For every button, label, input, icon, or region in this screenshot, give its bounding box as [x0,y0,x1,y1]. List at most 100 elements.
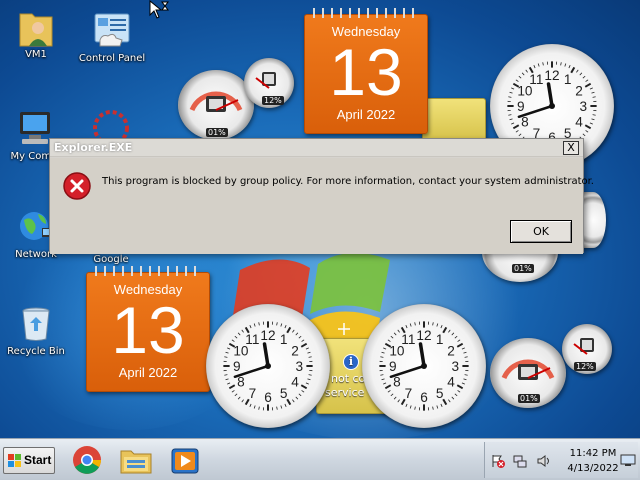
clock-tick [380,356,384,358]
calendar-day: 13 [111,293,185,367]
clock-tick [584,82,592,88]
clock-tick [454,393,458,397]
clock-tick [579,72,583,76]
clock-tick [258,406,260,410]
clock-tick [570,66,576,74]
clock-numeral: 4 [291,375,299,390]
start-button[interactable]: Start [3,447,55,474]
clock-tick [591,118,595,121]
clock-tick [276,406,278,410]
clock-tick [464,356,468,358]
clock-tick [286,326,292,334]
close-button[interactable]: X [563,141,579,155]
clock-tick [301,390,305,393]
clock-tick [537,63,540,67]
ok-button[interactable]: OK [510,220,572,243]
clock-tick [249,403,252,407]
clock-tick [308,356,312,358]
clock-numeral: 1 [436,332,444,347]
chrome-icon [73,446,101,474]
desktop-icon-recycle-bin[interactable]: Recycle Bin [0,303,74,357]
clock-tick [564,63,567,67]
calendar-gadget-top[interactable]: Wednesday 13 April 2022 [304,8,428,134]
calendar-month-year: April 2022 [118,365,178,380]
calendar-gadget-bottom[interactable]: Wednesday 13 April 2022 [86,266,210,392]
clock-numeral: 2 [291,343,299,358]
feed-gadget-top[interactable] [422,98,486,142]
desktop-icon-label: Recycle Bin [7,346,65,357]
clock-tick [241,399,244,403]
clock-numeral: 9 [233,359,241,374]
clock-tick [231,390,235,393]
clock-numeral: 5 [280,386,288,401]
tray-date[interactable]: 4/13/2022 [565,463,621,474]
clock-gadget[interactable]: 123456789101112 [362,304,486,428]
desktop-icon-label: Google [93,254,129,265]
clock-tick [390,393,394,397]
clock-tick [440,325,443,329]
clock-tick [384,384,392,390]
cpu-meter-gadget[interactable]: 01% [178,70,254,140]
network-icon[interactable] [513,454,527,468]
desktop-icon-vm1[interactable]: VM1 [0,6,74,60]
clock-tick [440,403,443,407]
clock-tick [253,405,256,409]
clock-tick [525,69,528,73]
clock-tick [592,96,596,98]
computer-icon [14,108,54,148]
taskbar-media-player-button[interactable] [166,443,204,477]
clock-tick [585,79,589,82]
clock-tick [436,405,439,409]
volume-icon[interactable] [537,454,551,468]
clock-tick [584,124,592,130]
clock-tick [387,339,391,342]
info-icon: i [343,354,359,370]
clock-numeral: 3 [295,359,303,374]
taskbar-chrome-button[interactable] [68,443,106,477]
clock-numeral: 1 [564,72,572,87]
desktop: VM1 Control Panel My Comp Network Google… [0,0,640,438]
calendar-day: 13 [329,35,403,109]
taskbar-explorer-button[interactable] [117,443,155,477]
clock-gadget[interactable]: 123456789101112 [206,304,330,428]
clock-tick [292,329,295,333]
clock-tick [436,323,439,327]
clock-tick [397,329,400,333]
clock-tick [461,347,465,350]
clock-tick [589,122,593,125]
dialog-titlebar[interactable]: Explorer.EXE X [50,139,583,157]
cpu-meter-gadget[interactable]: 01% [490,338,566,408]
clock-tick [390,335,394,339]
action-center-flag-icon[interactable] [491,454,505,468]
clock-tick [409,323,412,327]
clock-tick [456,384,464,390]
recycle-bin-icon [16,303,56,343]
clock-tick [515,130,519,133]
ram-percent: 12% [574,362,596,371]
clock-face: 123456789101112 [379,321,469,411]
clock-tick [448,329,451,333]
clock-tick [454,335,458,339]
media-player-icon [171,448,199,474]
clock-numeral: 12 [544,68,559,83]
ram-meter-gadget[interactable]: 12% [244,58,294,108]
clock-tick [508,96,512,98]
clock-tick [448,399,451,403]
clock-tick [509,91,513,94]
clock-tick [515,79,519,82]
show-desktop-icon[interactable] [620,452,636,468]
clock-tick [511,122,515,125]
clock-tick [442,326,448,334]
calendar-rings [313,8,419,18]
clock-numeral: 7 [405,386,413,401]
clock-tick [414,322,416,326]
tray-time[interactable]: 11:42 PM [565,448,621,459]
clock-tick [286,398,292,406]
mouse-cursor-icon [149,0,169,19]
ram-meter-gadget[interactable]: 12% [562,324,612,374]
desktop-icon-control-panel[interactable]: Control Panel [74,10,150,64]
clock-numeral: 1 [280,332,288,347]
clock-numeral: 11 [529,72,543,87]
start-label: Start [24,453,52,467]
clock-tick [560,62,562,66]
